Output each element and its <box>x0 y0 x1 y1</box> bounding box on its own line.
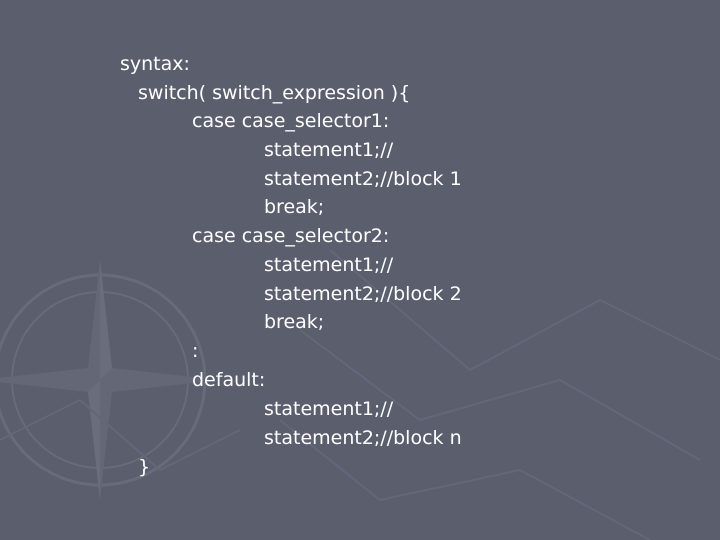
statement-line: statement1;// <box>264 139 394 161</box>
case-line-2: case case_selector2: <box>192 225 390 247</box>
ellipsis-line: : <box>192 340 199 362</box>
case-line-1: case case_selector1: <box>192 110 390 132</box>
statement-line: statement2;//block n <box>264 427 462 449</box>
closing-brace: } <box>138 456 151 478</box>
statement-line: statement1;// <box>264 398 394 420</box>
break-line: break; <box>264 311 325 333</box>
statement-line: statement2;//block 1 <box>264 168 462 190</box>
syntax-label: syntax: <box>120 53 190 75</box>
statement-line: statement2;//block 2 <box>264 283 462 305</box>
statement-line: statement1;// <box>264 254 394 276</box>
slide-background: syntax: switch( switch_expression ){ cas… <box>0 0 720 540</box>
switch-line: switch( switch_expression ){ <box>138 82 411 104</box>
default-line: default: <box>192 369 266 391</box>
break-line: break; <box>264 196 325 218</box>
